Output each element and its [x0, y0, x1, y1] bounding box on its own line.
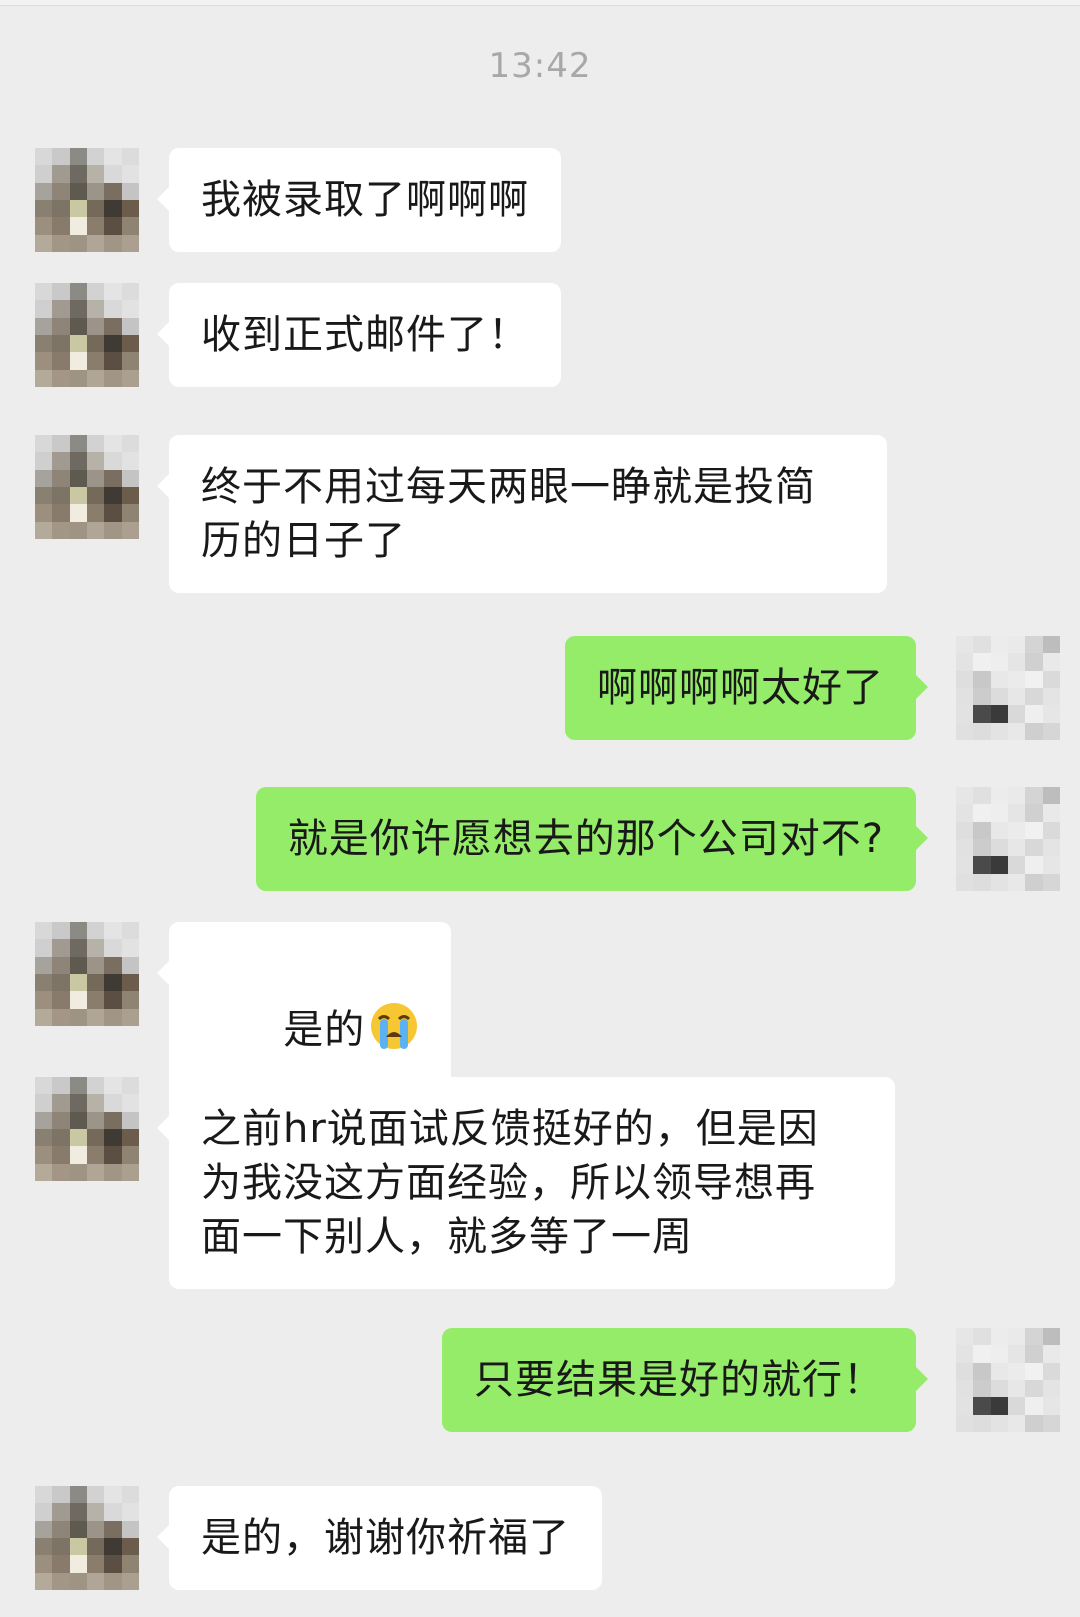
- message-row: 收到正式邮件了！: [35, 283, 561, 387]
- contact-avatar[interactable]: [35, 1486, 139, 1590]
- message-text: 是的: [283, 1007, 366, 1053]
- message-row: 之前hr说面试反馈挺好的，但是因 为我没这方面经验，所以领导想再 面一下别人，就…: [35, 1077, 895, 1289]
- contact-avatar[interactable]: [35, 1077, 139, 1181]
- top-divider: [0, 0, 1080, 6]
- message-row: 就是你许愿想去的那个公司对不?: [255, 787, 1060, 891]
- message-row: 是的，谢谢你祈福了: [35, 1486, 602, 1590]
- chat-view: 13:42 我被录取了啊啊啊 收到正式邮件了！ 终于不用过每天两眼一睁就是投简 …: [0, 0, 1080, 1617]
- self-avatar[interactable]: [956, 787, 1060, 891]
- message-bubble-outgoing[interactable]: 就是你许愿想去的那个公司对不?: [255, 787, 929, 891]
- contact-avatar[interactable]: [35, 922, 139, 1026]
- message-bubble-outgoing[interactable]: 啊啊啊啊太好了: [565, 636, 928, 740]
- message-bubble-incoming[interactable]: 终于不用过每天两眼一睁就是投简 历的日子了: [157, 435, 887, 593]
- message-row: 只要结果是好的就行！: [442, 1328, 1060, 1432]
- message-bubble-outgoing[interactable]: 只要结果是好的就行！: [442, 1328, 928, 1432]
- message-bubble-incoming[interactable]: 是的，谢谢你祈福了: [157, 1486, 602, 1590]
- message-bubble-incoming[interactable]: 收到正式邮件了！: [157, 283, 561, 387]
- contact-avatar[interactable]: [35, 148, 139, 252]
- message-row: 我被录取了啊啊啊: [35, 148, 561, 252]
- contact-avatar[interactable]: [35, 435, 139, 539]
- self-avatar[interactable]: [956, 1328, 1060, 1432]
- message-row: 啊啊啊啊太好了: [565, 636, 1060, 740]
- message-bubble-incoming[interactable]: 之前hr说面试反馈挺好的，但是因 为我没这方面经验，所以领导想再 面一下别人，就…: [157, 1077, 895, 1289]
- message-row: 终于不用过每天两眼一睁就是投简 历的日子了: [35, 435, 887, 593]
- message-bubble-incoming[interactable]: 我被录取了啊啊啊: [157, 148, 561, 252]
- self-avatar[interactable]: [956, 636, 1060, 740]
- contact-avatar[interactable]: [35, 283, 139, 387]
- crying-face-emoji-icon: [371, 1003, 418, 1049]
- message-timestamp: 13:42: [488, 46, 592, 86]
